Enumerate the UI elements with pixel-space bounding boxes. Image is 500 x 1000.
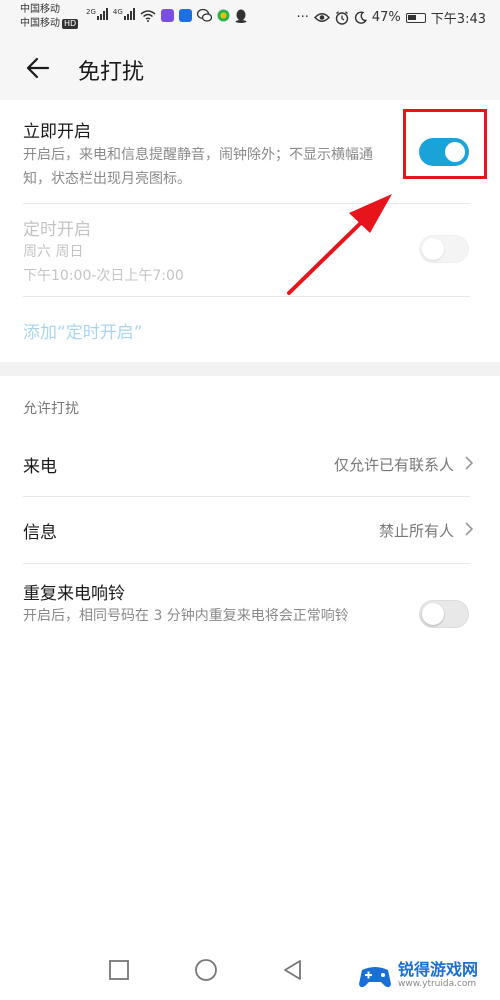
recent-apps-square-icon[interactable] (107, 958, 131, 982)
annotation-arrow-icon (287, 194, 392, 295)
divider (23, 563, 470, 564)
repeat-call-toggle[interactable] (419, 600, 469, 628)
repeat-call-desc: 开启后，相同号码在 3 分钟内重复来电将会正常响铃 (23, 608, 349, 624)
gamepad-logo-icon (359, 967, 391, 988)
messages-title: 信息 (23, 523, 57, 543)
watermark-name: 锐得游戏网 (398, 960, 479, 979)
calls-value[interactable]: 仅允许已有联系人 (334, 454, 454, 475)
watermark-text: 锐得游戏网 www.ytruida.com (398, 960, 479, 991)
chevron-right-icon[interactable] (463, 456, 475, 470)
toggle-knob (422, 603, 444, 625)
home-circle-icon[interactable] (194, 958, 218, 982)
divider (23, 496, 470, 497)
calls-title: 来电 (23, 457, 57, 477)
messages-value[interactable]: 禁止所有人 (379, 520, 454, 541)
site-watermark: 锐得游戏网 www.ytruida.com (356, 962, 478, 992)
back-triangle-icon[interactable] (281, 958, 305, 982)
chevron-right-icon[interactable] (463, 522, 475, 536)
watermark-url: www.ytruida.com (398, 979, 477, 989)
section-label-allow: 允许打扰 (23, 401, 79, 417)
repeat-call-title: 重复来电响铃 (23, 584, 125, 604)
